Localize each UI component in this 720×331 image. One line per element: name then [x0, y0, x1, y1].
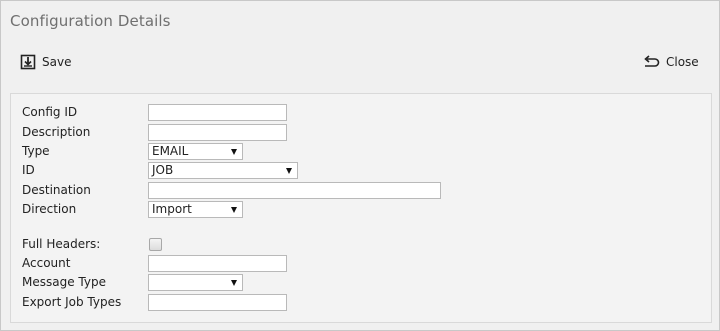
description-label: Description — [22, 125, 91, 139]
direction-label: Direction — [22, 202, 77, 216]
account-row: Account — [22, 253, 287, 273]
full-headers-row: Full Headers: — [22, 234, 162, 254]
account-label: Account — [22, 256, 71, 270]
description-input[interactable] — [148, 123, 287, 141]
config-id-input[interactable] — [148, 103, 287, 121]
message-type-label: Message Type — [22, 275, 106, 289]
type-select[interactable]: EMAIL — [148, 142, 243, 160]
close-label: Close — [666, 55, 699, 69]
direction-dropdown-arrow-icon — [231, 206, 237, 213]
form-panel: Config ID Description Type EMAIL ID JOB … — [10, 93, 712, 323]
description-row: Description — [22, 122, 287, 142]
configuration-dialog: Configuration Details Save Close Config … — [0, 0, 720, 331]
save-button[interactable]: Save — [20, 52, 71, 72]
close-button[interactable]: Close — [642, 52, 699, 72]
id-selected-value: JOB — [152, 163, 174, 177]
destination-label: Destination — [22, 183, 91, 197]
save-icon — [20, 54, 36, 70]
direction-select[interactable]: Import — [148, 200, 243, 218]
type-selected-value: EMAIL — [152, 144, 189, 158]
direction-selected-value: Import — [152, 202, 192, 216]
export-job-types-input[interactable] — [148, 293, 287, 311]
id-row: ID JOB — [22, 160, 298, 180]
message-type-dropdown-arrow-icon — [231, 279, 237, 286]
message-type-row: Message Type — [22, 272, 243, 292]
id-select[interactable]: JOB — [148, 161, 298, 179]
undo-arrow-icon — [642, 55, 660, 69]
config-id-row: Config ID — [22, 102, 287, 122]
type-row: Type EMAIL — [22, 141, 243, 161]
full-headers-label: Full Headers: — [22, 237, 101, 251]
save-label: Save — [42, 55, 72, 69]
direction-row: Direction Import — [22, 199, 243, 219]
export-job-types-label: Export Job Types — [22, 295, 122, 309]
id-label: ID — [22, 163, 35, 177]
export-job-types-row: Export Job Types — [22, 292, 287, 312]
dialog-title: Configuration Details — [10, 12, 171, 30]
id-dropdown-arrow-icon — [286, 167, 292, 174]
account-input[interactable] — [148, 254, 287, 272]
message-type-select[interactable] — [148, 273, 243, 291]
full-headers-checkbox[interactable] — [149, 237, 162, 251]
destination-input[interactable] — [148, 181, 441, 199]
config-id-label: Config ID — [22, 105, 78, 119]
type-label: Type — [22, 144, 50, 158]
destination-row: Destination — [22, 180, 441, 200]
type-dropdown-arrow-icon — [231, 148, 237, 155]
